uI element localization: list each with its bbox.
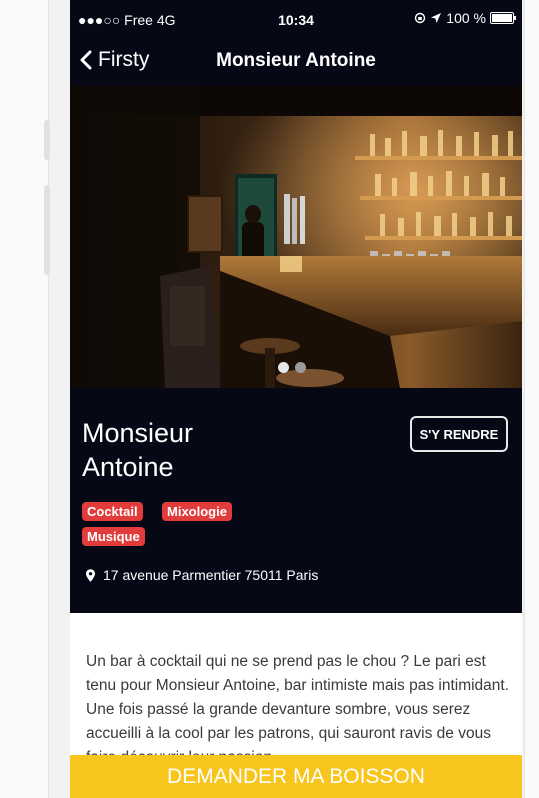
status-right: 100 %: [414, 10, 516, 26]
battery-icon: [490, 12, 516, 24]
device-frame-left: [0, 0, 49, 798]
carousel-dot-active[interactable]: [278, 362, 289, 373]
page-title: Monsieur Antoine: [216, 50, 376, 71]
location-pin-icon: [86, 568, 95, 582]
navigation-bar: Firsty Monsieur Antoine: [70, 38, 522, 86]
address-text: 17 avenue Parmentier 75011 Paris: [103, 567, 319, 583]
status-bar: ●●●○○ Free 4G 10:34 100 %: [70, 0, 522, 38]
device-frame-right: [524, 0, 539, 798]
carousel-dot[interactable]: [295, 362, 306, 373]
rotation-lock-icon: [415, 12, 426, 24]
tag-cocktail[interactable]: Cocktail: [82, 502, 143, 521]
venue-name: Monsieur Antoine: [82, 416, 193, 484]
venue-name-line: Monsieur: [82, 418, 194, 448]
device-volume-button: [44, 185, 50, 275]
venue-name-line: Antoine: [82, 452, 174, 482]
battery-percent: 100 %: [446, 10, 486, 26]
location-arrow-icon: [431, 13, 442, 23]
carousel-dots[interactable]: [278, 362, 306, 373]
bar-interior-photo: [70, 86, 522, 388]
device-side-button: [44, 120, 50, 160]
tag-mixologie[interactable]: Mixologie: [162, 502, 232, 521]
venue-description: Un bar à cocktail qui ne se prend pas le…: [86, 653, 510, 766]
phone-screen: ●●●○○ Free 4G 10:34 100 % Firsty Monsieu…: [70, 0, 522, 798]
directions-button[interactable]: S'Y RENDRE: [410, 416, 508, 452]
venue-photo[interactable]: [70, 86, 522, 388]
tag-musique[interactable]: Musique: [82, 527, 145, 546]
request-drink-button[interactable]: DEMANDER MA BOISSON: [70, 755, 522, 798]
venue-address: 17 avenue Parmentier 75011 Paris: [86, 567, 318, 583]
